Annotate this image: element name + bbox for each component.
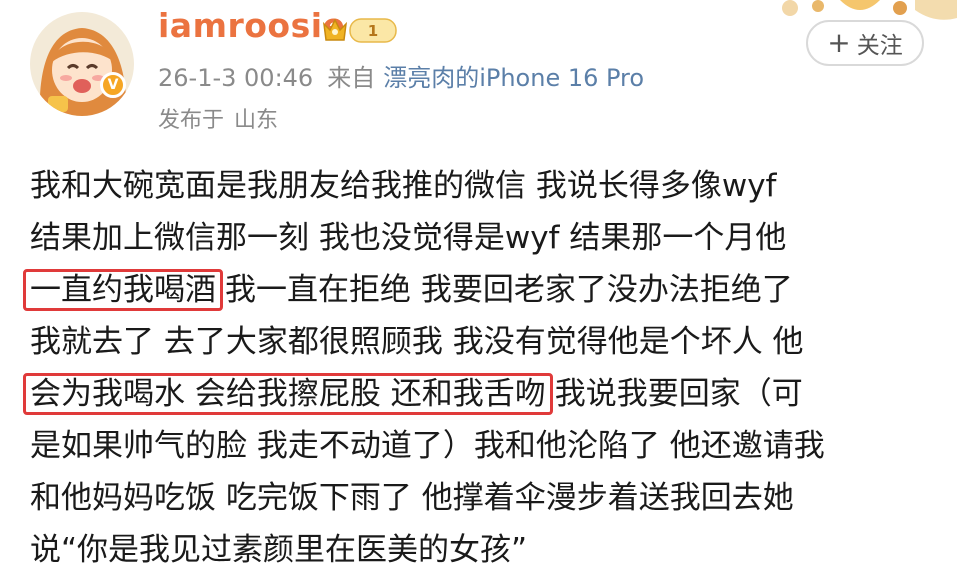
- post-line: 和他妈妈吃饭 吃完饭下雨了 他撑着伞漫步着送我回去她: [30, 480, 794, 516]
- device-link[interactable]: 漂亮肉的iPhone 16 Pro: [383, 64, 644, 92]
- avatar-illustration: [30, 12, 134, 116]
- location-value: 山东: [234, 108, 279, 133]
- post-line-rest: 我说我要回家（可: [554, 376, 803, 412]
- vip-level: 1: [368, 22, 378, 40]
- post-line: 是如果帅气的脸 我走不动道了）我和他沦陷了 他还邀请我: [30, 428, 825, 464]
- follow-label: 关注: [856, 33, 903, 59]
- post-line: 会为我喝水 会给我擦屁股 还和我舌吻 我说我要回家（可: [23, 368, 930, 420]
- highlighted-phrase: 会为我喝水 会给我擦屁股 还和我舌吻: [23, 373, 553, 415]
- highlighted-phrase: 一直约我喝酒: [23, 269, 223, 311]
- follow-button[interactable]: + 关注: [806, 20, 924, 66]
- verified-mark: V: [107, 77, 119, 93]
- plus-icon: +: [827, 26, 851, 59]
- post-timestamp: 26-1-3 00:46: [158, 64, 314, 92]
- post-body: 我和大碗宽面是我朋友给我推的微信 我说长得多像wyf 结果加上微信那一刻 我也没…: [23, 160, 930, 576]
- post-line: 我就去了 去了大家都很照顾我 我没有觉得他是个坏人 他: [30, 324, 804, 360]
- post-line: 一直约我喝酒 我一直在拒绝 我要回老家了没办法拒绝了: [23, 264, 930, 316]
- post-meta: 26-1-3 00:46 来自 漂亮肉的iPhone 16 Pro: [158, 58, 644, 93]
- username[interactable]: iamroosie: [158, 6, 345, 45]
- post-location: 发布于 山东: [158, 102, 278, 134]
- source-prefix: 来自: [327, 64, 376, 92]
- post-line-rest: 我一直在拒绝 我要回老家了没办法拒绝了: [225, 272, 793, 308]
- post-line: 说“你是我见过素颜里在医美的女孩”: [30, 532, 528, 568]
- location-label: 发布于: [158, 108, 225, 133]
- crown-vip-icon: 1: [322, 18, 397, 43]
- post-line: 结果加上微信那一刻 我也没觉得是wyf 结果那一个月他: [30, 220, 787, 256]
- verified-badge-icon: V: [100, 72, 126, 98]
- post-line: 我和大碗宽面是我朋友给我推的微信 我说长得多像wyf: [30, 168, 777, 204]
- avatar[interactable]: [30, 12, 134, 116]
